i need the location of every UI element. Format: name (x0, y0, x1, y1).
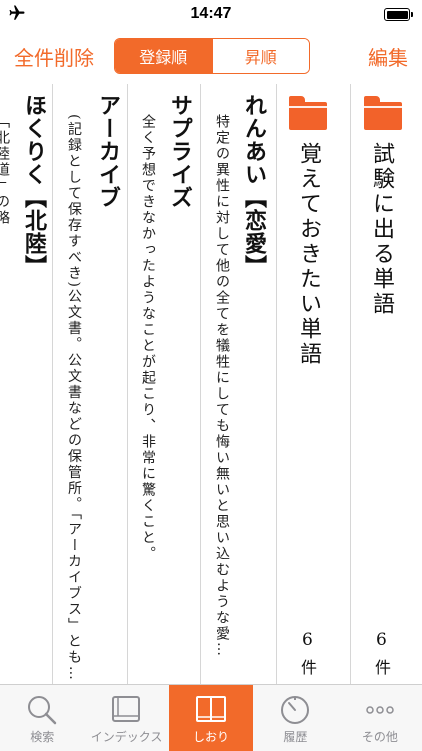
tab-bar: 検索 インデックス しおり 履歴 その他 (0, 684, 422, 751)
folder-icon (289, 96, 327, 130)
word-headword: サプライズ (167, 94, 193, 209)
sort-segmented-control: 登録順 昇順 (114, 38, 310, 74)
folder-count-unit: 件 (301, 658, 318, 677)
word-definition: 特定の異性に対して他の全てを犠牲にしても悔い無いと思い込むような愛… (214, 114, 230, 658)
tab-label: インデックス (90, 730, 163, 744)
word-headword: アーカイブ (95, 94, 121, 209)
word-definition: 全く予想できなかったようなことが起こり、非常に驚くこと。 (140, 114, 156, 562)
tab-label: その他 (361, 730, 398, 744)
sort-ascending-segment[interactable]: 昇順 (211, 39, 309, 73)
word-headword: れんあい【恋愛】 (241, 94, 267, 278)
tab-search[interactable]: 検索 (0, 685, 84, 751)
folder-count-unit: 件 (375, 658, 392, 677)
sort-registration-order-segment[interactable]: 登録順 (115, 39, 212, 73)
delete-all-button[interactable]: 全件削除 (14, 42, 94, 71)
edit-button[interactable]: 編集 (368, 42, 408, 71)
column-divider (276, 84, 277, 684)
tab-bookmarks[interactable]: しおり (168, 685, 254, 751)
word-definition: (記録として保存すべき)公文書。公文書などの保管所。「アーカイブス」とも… (66, 114, 82, 682)
tab-label: しおり (193, 730, 230, 744)
folder-icon (364, 96, 402, 130)
tab-label: 履歴 (283, 730, 308, 744)
tab-index[interactable]: インデックス (84, 685, 168, 751)
book-icon (111, 696, 140, 722)
folder-count: 6 (302, 630, 313, 650)
column-divider (127, 84, 128, 684)
history-icon (281, 696, 310, 724)
more-icon (366, 706, 394, 714)
open-book-icon (196, 696, 227, 722)
status-time: 14:47 (190, 5, 232, 22)
column-divider (350, 84, 351, 684)
column-divider (52, 84, 53, 684)
status-bar: 14:47 (0, 0, 422, 28)
battery-icon (384, 8, 413, 21)
folder-title: 覚えておきたい単語 (296, 142, 321, 367)
tab-history[interactable]: 履歴 (253, 685, 337, 751)
folder-title: 試験に出る単語 (369, 142, 394, 317)
tab-more[interactable]: その他 (338, 685, 422, 751)
navigation-bar: 全件削除 登録順 昇順 編集 (0, 28, 422, 84)
bookmark-list: 試験に出る単語 6 件 覚えておきたい単語 6 件 れんあい【恋愛】 特定の異性… (0, 84, 422, 684)
folder-count: 6 (376, 630, 387, 650)
search-icon (28, 696, 57, 725)
word-definition: 「北陸道」の略 (0, 114, 10, 226)
word-headword: ほくりく【北陸】 (21, 94, 47, 278)
tab-label: 検索 (30, 730, 55, 744)
column-divider (200, 84, 201, 684)
